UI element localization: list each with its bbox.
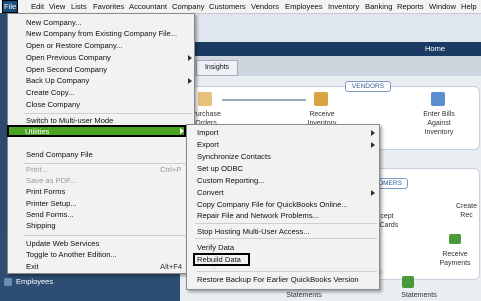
menu-item-update-web-services[interactable]: Update Web Services [26, 238, 99, 249]
employees-label: Employees [16, 277, 54, 286]
menu-customers[interactable]: Customers [208, 1, 247, 12]
statements-left-link[interactable]: Statements [284, 291, 324, 300]
enter-bills-line2: Against [427, 120, 451, 127]
statements-icon[interactable] [402, 276, 414, 288]
menu-lists[interactable]: Lists [70, 1, 88, 12]
menu-view[interactable]: View [48, 1, 66, 12]
create-rec-line1: Create [455, 203, 477, 210]
menu-window[interactable]: Window [428, 1, 457, 12]
menu-favorites[interactable]: Favorites [92, 1, 125, 12]
menu-separator [24, 235, 192, 236]
menu-vendors[interactable]: Vendors [250, 1, 280, 12]
menu-item-send-company-file[interactable]: Send Company File [26, 149, 93, 160]
menu-item-printer-setup[interactable]: Printer Setup... [26, 198, 77, 209]
menu-accountant[interactable]: Accountant [128, 1, 168, 12]
submenu-item-sync-contacts[interactable]: Synchronize Contacts [197, 151, 271, 162]
submenu-item-export[interactable]: Export [197, 139, 219, 150]
menu-edit[interactable]: Edit [30, 1, 45, 12]
receive-payments-line2: Payments [439, 260, 471, 267]
submenu-item-repair-file[interactable]: Repair File and Network Problems... [197, 210, 319, 221]
menu-separator [195, 238, 377, 239]
submenu-arrow-icon [188, 78, 192, 84]
statements-link[interactable]: Statements [394, 291, 444, 300]
submenu-item-odbc[interactable]: Set up ODBC [197, 163, 243, 174]
menu-item-new-company[interactable]: New Company... [26, 17, 82, 28]
home-title-bar: Home [180, 42, 481, 56]
submenu-arrow-icon [188, 55, 192, 61]
create-rec-link[interactable]: Create Rec [452, 202, 481, 220]
menu-file[interactable]: File [2, 0, 19, 13]
rebuild-data-highlight-box [193, 253, 250, 266]
submenu-item-stop-hosting[interactable]: Stop Hosting Multi-User Access... [197, 226, 310, 237]
menu-bar: File Edit View Lists Favorites Accountan… [0, 0, 481, 14]
menu-item-shipping[interactable]: Shipping [26, 220, 56, 231]
menu-help[interactable]: Help [460, 1, 478, 12]
menu-item-toggle-edition[interactable]: Toggle to Another Edition... [26, 249, 117, 260]
menu-separator [197, 271, 377, 272]
menu-item-new-from-existing[interactable]: New Company from Existing Company File..… [26, 28, 177, 39]
menu-item-open-previous[interactable]: Open Previous Company [26, 52, 111, 63]
employees-icon [4, 278, 12, 287]
menu-item-save-pdf: Save as PDF... [26, 176, 77, 185]
exit-shortcut: Alt+F4 [160, 262, 183, 271]
submenu-arrow-icon [371, 190, 375, 196]
submenu-item-convert[interactable]: Convert [197, 187, 224, 198]
menu-employees[interactable]: Employees [284, 1, 324, 12]
receive-payments-line1: Receive [442, 251, 468, 258]
receive-payments-icon[interactable] [449, 234, 461, 244]
home-title: Home [424, 44, 445, 53]
vendors-header: VENDORS [345, 81, 391, 92]
flow-arrow [222, 99, 306, 101]
enter-bills-line3: Inventory [424, 129, 454, 136]
submenu-arrow-icon [180, 128, 184, 134]
receive-inventory-line1: Receive [309, 111, 335, 118]
submenu-item-import[interactable]: Import [197, 127, 219, 138]
menu-item-open-restore[interactable]: Open or Restore Company... [26, 40, 123, 51]
submenu-arrow-icon [371, 142, 375, 148]
menu-item-open-second[interactable]: Open Second Company [26, 64, 107, 75]
menu-item-send-forms[interactable]: Send Forms... [26, 209, 74, 220]
receive-payments-link[interactable]: Receive Payments [432, 250, 478, 268]
menu-item-create-copy[interactable]: Create Copy... [26, 87, 74, 98]
menu-item-utilities[interactable]: Utilities [25, 126, 49, 137]
file-menu: New Company... New Company from Existing… [7, 13, 195, 274]
tab-insights[interactable]: Insights [196, 60, 238, 76]
menu-separator [24, 113, 192, 114]
menu-reports[interactable]: Reports [396, 1, 425, 12]
menu-item-print-forms[interactable]: Print Forms [26, 186, 65, 197]
enter-bills-line1: Enter Bills [423, 111, 455, 118]
submenu-item-custom-reporting[interactable]: Custom Reporting... [197, 175, 265, 186]
menu-company[interactable]: Company [171, 1, 206, 12]
submenu-item-verify-data[interactable]: Verify Data [197, 242, 234, 253]
menu-item-exit[interactable]: Exit [26, 261, 39, 272]
menu-item-close-company[interactable]: Close Company [26, 99, 80, 110]
employees-nav[interactable]: Employees [4, 277, 54, 287]
enter-bills-link[interactable]: Enter Bills Against Inventory [414, 110, 464, 137]
utilities-submenu: Import Export Synchronize Contacts Set u… [186, 124, 380, 276]
menu-inventory[interactable]: Inventory [327, 1, 360, 12]
menu-banking[interactable]: Banking [364, 1, 393, 12]
utilities-submenu-bottom: Restore Backup For Earlier QuickBooks Ve… [186, 269, 380, 290]
submenu-arrow-icon [371, 130, 375, 136]
enter-bills-icon[interactable] [431, 92, 445, 106]
menu-item-print: Print... [26, 165, 48, 174]
submenu-item-copy-qbo[interactable]: Copy Company File for QuickBooks Online.… [197, 199, 348, 210]
create-rec-line2: Rec [460, 212, 473, 219]
submenu-item-restore-backup[interactable]: Restore Backup For Earlier QuickBooks Ve… [197, 274, 359, 285]
menu-separator [195, 223, 377, 224]
menu-item-back-up[interactable]: Back Up Company [26, 75, 89, 86]
print-shortcut: Ctrl+P [160, 165, 182, 174]
receive-inventory-icon[interactable] [314, 92, 328, 106]
purchase-orders-icon[interactable] [198, 92, 212, 106]
